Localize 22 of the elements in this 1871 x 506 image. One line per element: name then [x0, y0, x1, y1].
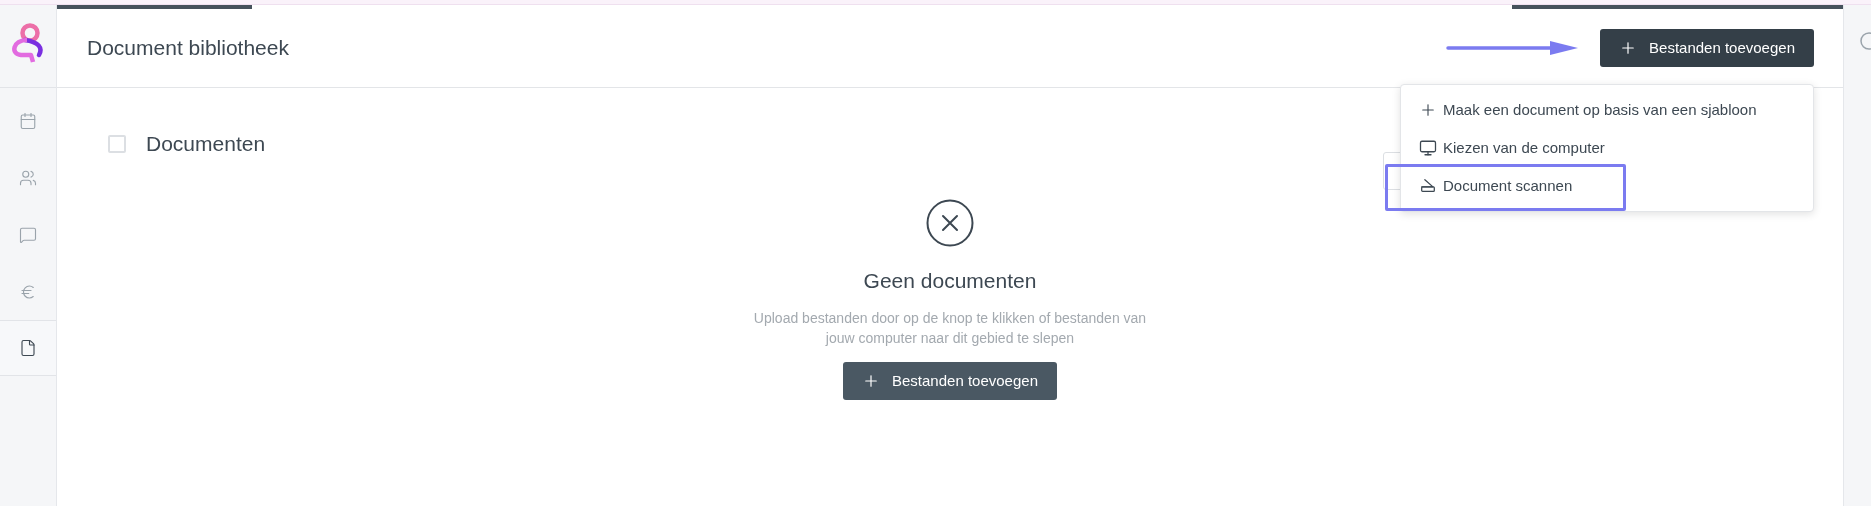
- monitor-icon: [1419, 139, 1437, 157]
- page-title: Document bibliotheek: [87, 35, 289, 62]
- scanner-icon: [1419, 177, 1437, 195]
- sidebar-item[interactable]: [0, 320, 56, 376]
- menu-item[interactable]: Maak een document op basis van een sjabloon: [1401, 91, 1813, 129]
- menu-item[interactable]: Document scannen: [1401, 167, 1813, 205]
- euro-icon: [19, 282, 37, 301]
- plus-icon: [1419, 101, 1437, 119]
- empty-title: Geen documenten: [863, 267, 1037, 294]
- menu-item[interactable]: Kiezen van de computer: [1401, 129, 1813, 167]
- help-icon[interactable]: [1859, 31, 1871, 51]
- close-circle-icon: [926, 198, 974, 247]
- checkbox[interactable]: [108, 134, 126, 153]
- document-icon: [19, 339, 37, 357]
- people-icon: [19, 168, 37, 187]
- plus-icon: [862, 372, 880, 390]
- calendar-icon: [19, 111, 37, 130]
- add-files-button[interactable]: Bestanden toevoegen: [843, 362, 1057, 400]
- chat-icon: [19, 225, 37, 244]
- empty-message: Upload bestanden door op de knop te klikken of bestanden van jouw computer naar dit gebied te slepen: [752, 309, 1148, 348]
- add-files-button[interactable]: Bestanden toevoegen: [1600, 29, 1814, 67]
- section-title: Documenten: [146, 131, 266, 157]
